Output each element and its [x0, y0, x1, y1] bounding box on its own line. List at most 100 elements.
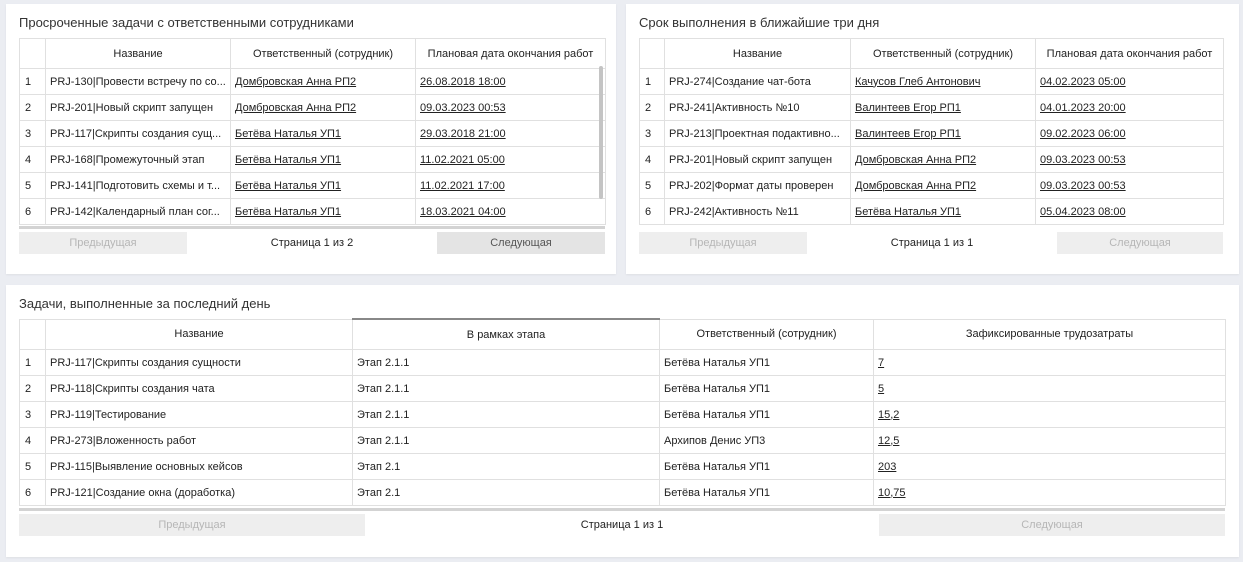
next-page-button[interactable]: Следующая: [879, 514, 1225, 536]
due-date: 04.02.2023 05:00: [1035, 68, 1224, 95]
responsible-employee-link[interactable]: Домбровская Анна РП2: [235, 102, 356, 114]
col-header-stage[interactable]: В рамках этапа: [352, 318, 660, 350]
page-indicator: Страница 1 из 1: [580, 519, 664, 531]
table-row[interactable]: 3 PRJ-117|Скрипты создания сущ... Бетёва Н…: [19, 120, 606, 147]
logged-effort-link[interactable]: 203: [878, 461, 896, 473]
row-number: 6: [639, 198, 665, 225]
responsible-employee-link[interactable]: Бетёва Наталья УП1: [235, 206, 341, 218]
due-date: 09.02.2023 06:00: [1035, 120, 1224, 147]
due-date: 09.03.2023 00:53: [1035, 172, 1224, 199]
due-soon-table: Название Ответственный (сотрудник) Плано…: [639, 38, 1224, 225]
table-row[interactable]: 3 PRJ-213|Проектная подактивно... Валинтее…: [639, 120, 1224, 147]
due-date-link[interactable]: 04.02.2023 05:00: [1040, 76, 1126, 88]
logged-effort-link[interactable]: 15,2: [878, 409, 899, 421]
table-row[interactable]: 2 PRJ-118|Скрипты создания чата Этап 2.1.1…: [19, 375, 1226, 402]
responsible-employee-link[interactable]: Домбровская Анна РП2: [855, 154, 976, 166]
responsible-employee: Бетёва Наталья УП1: [850, 198, 1036, 225]
table-row[interactable]: 6 PRJ-142|Календарный план сог... Бетёва Н…: [19, 198, 606, 225]
col-header-responsible[interactable]: Ответственный (сотрудник): [659, 318, 874, 350]
col-header-name[interactable]: Название: [664, 38, 851, 69]
logged-effort-link[interactable]: 7: [878, 357, 884, 369]
task-name: PRJ-273|Вложенность работ: [45, 427, 353, 454]
prev-page-button[interactable]: Предыдущая: [19, 232, 187, 254]
table-row[interactable]: 1 PRJ-130|Провести встречу по со... Домбро…: [19, 68, 606, 95]
responsible-employee-link[interactable]: Валинтеев Егор РП1: [855, 102, 961, 114]
responsible-employee-link[interactable]: Бетёва Наталья УП1: [235, 154, 341, 166]
col-header-number[interactable]: [19, 318, 46, 350]
table-row[interactable]: 5 PRJ-202|Формат даты проверен Домбровская…: [639, 172, 1224, 199]
col-header-responsible[interactable]: Ответственный (сотрудник): [850, 38, 1036, 69]
due-date: 29.03.2018 21:00: [415, 120, 606, 147]
responsible-employee: Бетёва Наталья УП1: [659, 479, 874, 506]
responsible-employee: Бетёва Наталья УП1: [230, 120, 416, 147]
logged-effort-link[interactable]: 5: [878, 383, 884, 395]
responsible-employee-link[interactable]: Валинтеев Егор РП1: [855, 128, 961, 140]
responsible-employee: Бетёва Наталья УП1: [659, 401, 874, 428]
table-row[interactable]: 4 PRJ-168|Промежуточный этап Бетёва Наталь…: [19, 146, 606, 173]
table-row[interactable]: 2 PRJ-241|Активность №10 Валинтеев Егор РП…: [639, 94, 1224, 121]
prev-page-button[interactable]: Предыдущая: [19, 514, 365, 536]
due-date-link[interactable]: 26.08.2018 18:00: [420, 76, 506, 88]
col-header-number[interactable]: [639, 38, 665, 69]
table-row[interactable]: 4 PRJ-273|Вложенность работ Этап 2.1.1 Архи…: [19, 427, 1226, 454]
prev-page-button[interactable]: Предыдущая: [639, 232, 807, 254]
responsible-employee-link[interactable]: Домбровская Анна РП2: [855, 180, 976, 192]
table-row[interactable]: 6 PRJ-121|Создание окна (доработка) Этап 2…: [19, 479, 1226, 506]
table-row[interactable]: 4 PRJ-201|Новый скрипт запущен Домбровская…: [639, 146, 1224, 173]
due-date-link[interactable]: 09.03.2023 00:53: [1040, 180, 1126, 192]
responsible-employee-link[interactable]: Бетёва Наталья УП1: [235, 180, 341, 192]
panel-title: Просроченные задачи с ответственными сот…: [19, 15, 354, 30]
col-header-name[interactable]: Название: [45, 318, 353, 350]
table-header-row: Название Ответственный (сотрудник) Плано…: [19, 38, 606, 69]
next-page-button[interactable]: Следующая: [1057, 232, 1223, 254]
due-date: 09.03.2023 00:53: [415, 94, 606, 121]
due-date-link[interactable]: 29.03.2018 21:00: [420, 128, 506, 140]
next-page-button[interactable]: Следующая: [437, 232, 605, 254]
col-header-responsible[interactable]: Ответственный (сотрудник): [230, 38, 416, 69]
completed-table: Название В рамках этапа Ответственный (с…: [19, 318, 1226, 506]
col-header-name[interactable]: Название: [45, 38, 231, 69]
responsible-employee: Домбровская Анна РП2: [230, 94, 416, 121]
table-scrollbar[interactable]: [599, 66, 603, 199]
responsible-employee: Качусов Глеб Антонович: [850, 68, 1036, 95]
due-date-link[interactable]: 18.03.2021 04:00: [420, 206, 506, 218]
table-row[interactable]: 1 PRJ-274|Создание чат-бота Качусов Глеб А…: [639, 68, 1224, 95]
stage-name: Этап 2.1.1: [352, 401, 660, 428]
responsible-employee: Валинтеев Егор РП1: [850, 94, 1036, 121]
row-number: 1: [19, 68, 46, 95]
due-date-link[interactable]: 11.02.2021 17:00: [420, 180, 505, 192]
table-row[interactable]: 6 PRJ-242|Активность №11 Бетёва Наталья УП…: [639, 198, 1224, 225]
responsible-employee-link[interactable]: Домбровская Анна РП2: [235, 76, 356, 88]
row-number: 5: [19, 453, 46, 480]
due-date-link[interactable]: 11.02.2021 05:00: [420, 154, 505, 166]
due-date-link[interactable]: 09.03.2023 00:53: [420, 102, 506, 114]
due-date-link[interactable]: 05.04.2023 08:00: [1040, 206, 1126, 218]
table-header-row: Название В рамках этапа Ответственный (с…: [19, 318, 1226, 350]
logged-effort-link[interactable]: 12,5: [878, 435, 899, 447]
responsible-employee: Архипов Денис УП3: [659, 427, 874, 454]
table-row[interactable]: 1 PRJ-117|Скрипты создания сущности Этап 2…: [19, 349, 1226, 376]
table-row[interactable]: 5 PRJ-115|Выявление основных кейсов Этап 2…: [19, 453, 1226, 480]
responsible-employee-link[interactable]: Бетёва Наталья УП1: [855, 206, 961, 218]
due-date-link[interactable]: 09.02.2023 06:00: [1040, 128, 1126, 140]
table-row[interactable]: 5 PRJ-141|Подготовить схемы и т... Бетёва …: [19, 172, 606, 199]
logged-effort-link[interactable]: 10,75: [878, 487, 906, 499]
due-date-link[interactable]: 09.03.2023 00:53: [1040, 154, 1126, 166]
table-row[interactable]: 2 PRJ-201|Новый скрипт запущен Домбровская…: [19, 94, 606, 121]
page-indicator: Страница 1 из 2: [270, 237, 354, 249]
table-row[interactable]: 3 PRJ-119|Тестирование Этап 2.1.1 Бетёва На…: [19, 401, 1226, 428]
col-header-number[interactable]: [19, 38, 46, 69]
responsible-employee-link[interactable]: Бетёва Наталья УП1: [235, 128, 341, 140]
due-date-link[interactable]: 04.01.2023 20:00: [1040, 102, 1126, 114]
task-name: PRJ-115|Выявление основных кейсов: [45, 453, 353, 480]
col-header-effort[interactable]: Зафиксированные трудозатраты: [873, 318, 1226, 350]
horizontal-scrollbar[interactable]: [19, 508, 1225, 511]
responsible-employee: Бетёва Наталья УП1: [230, 198, 416, 225]
col-header-due-date[interactable]: Плановая дата окончания работ: [1035, 38, 1224, 69]
horizontal-scrollbar[interactable]: [19, 226, 605, 229]
col-header-due-date[interactable]: Плановая дата окончания работ: [415, 38, 606, 69]
task-name: PRJ-119|Тестирование: [45, 401, 353, 428]
row-number: 1: [639, 68, 665, 95]
responsible-employee-link[interactable]: Качусов Глеб Антонович: [855, 76, 981, 88]
task-name: PRJ-117|Скрипты создания сущности: [45, 349, 353, 376]
